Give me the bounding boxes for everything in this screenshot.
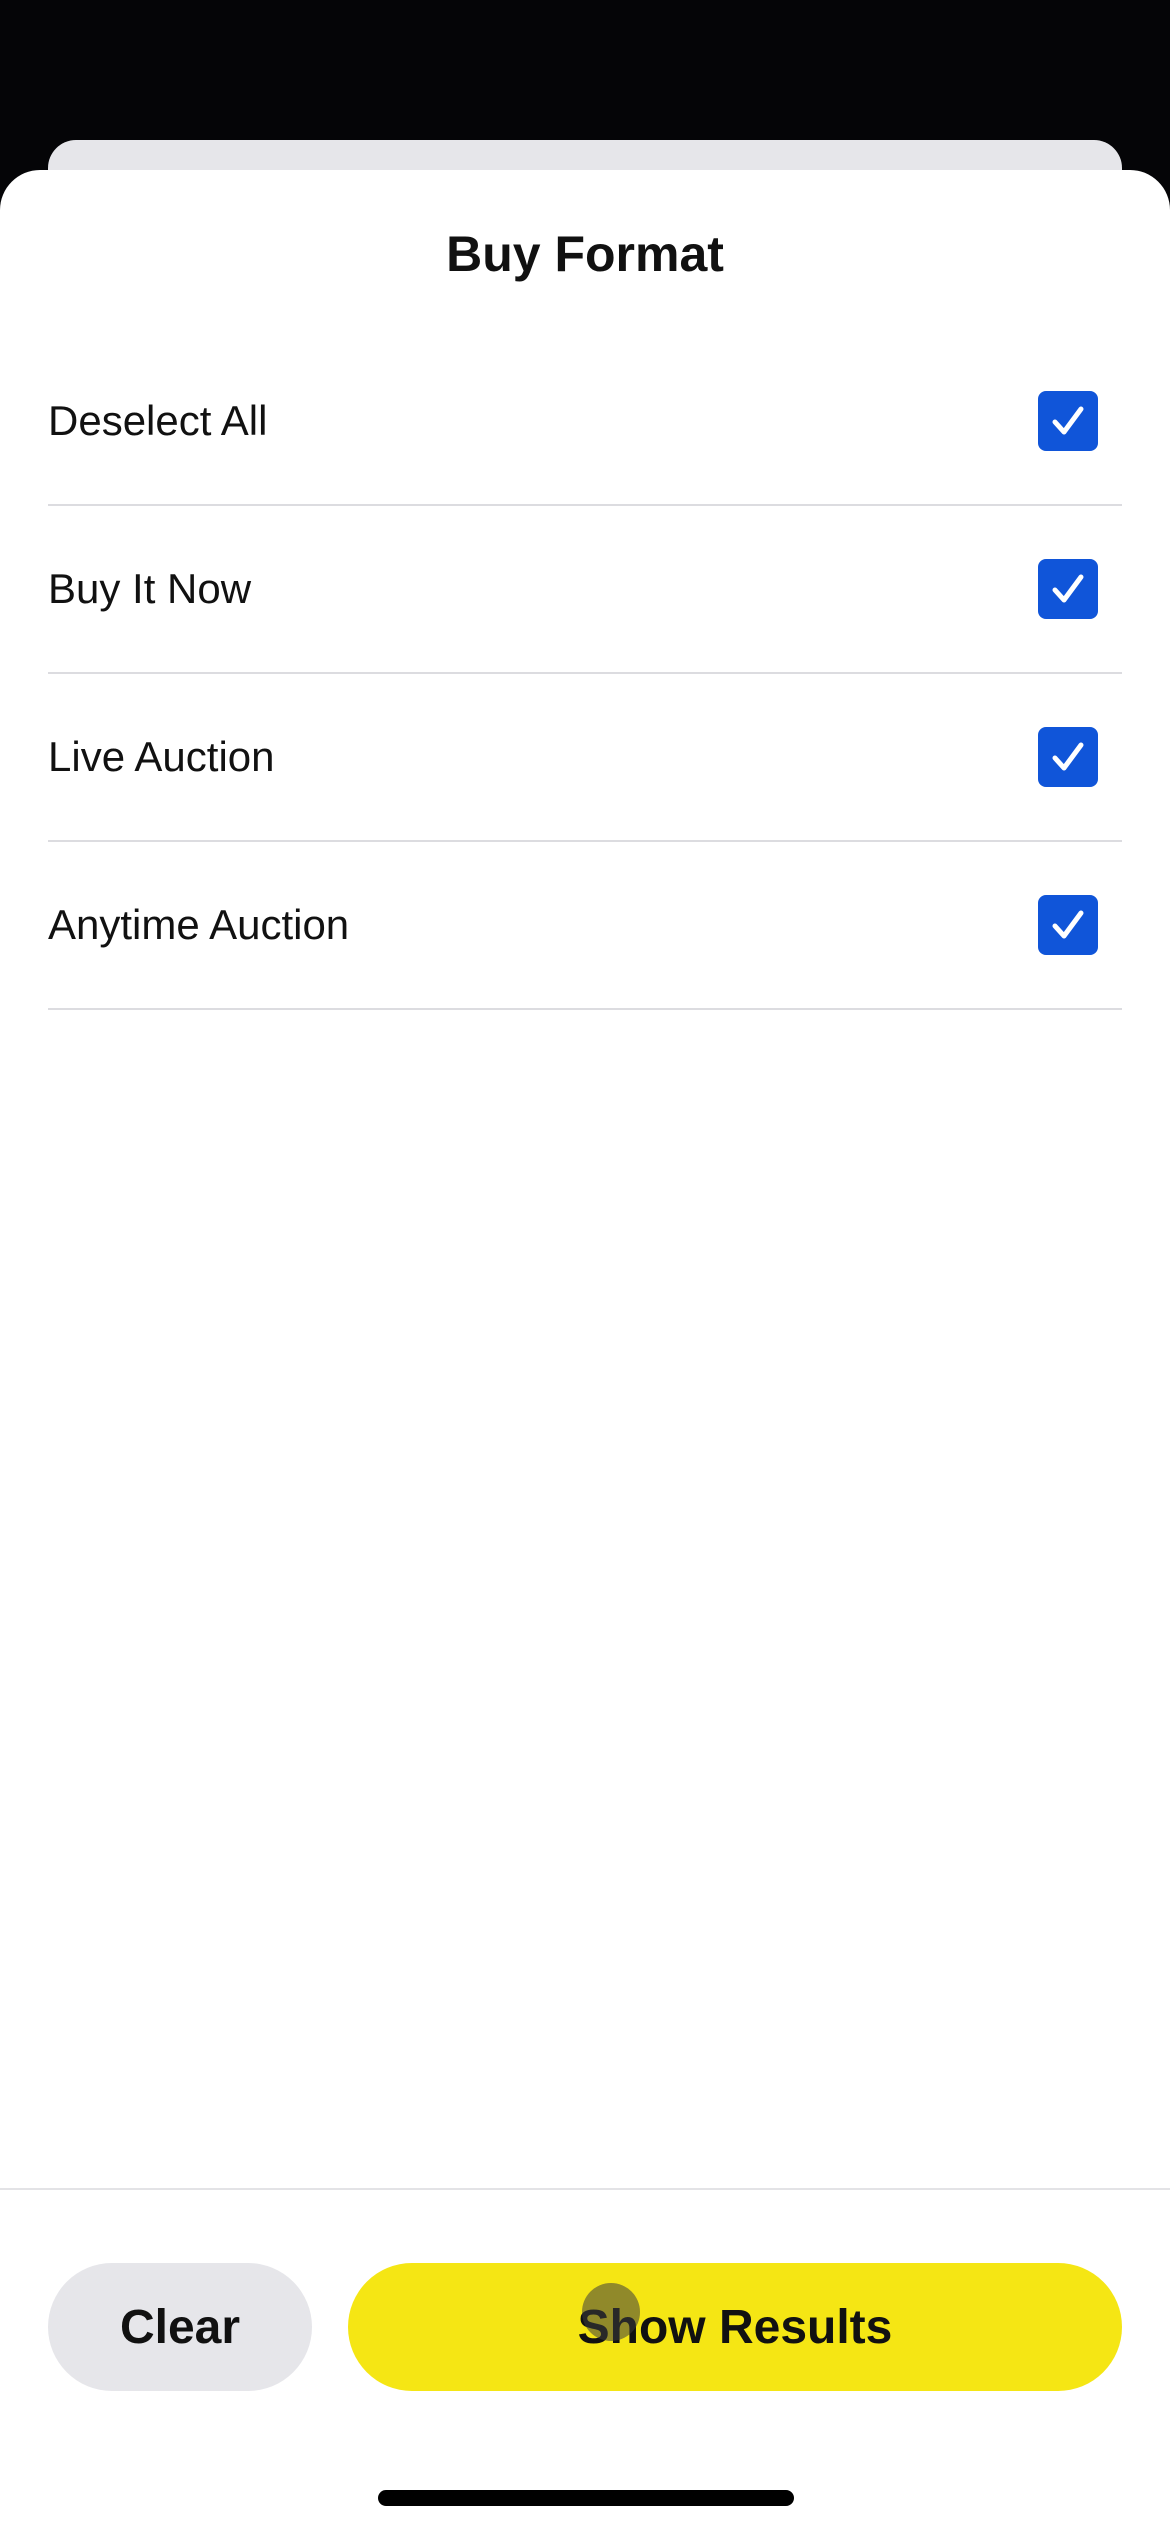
sheet-title: Buy Format (446, 226, 724, 282)
option-row-anytime-auction[interactable]: Anytime Auction (48, 842, 1122, 1010)
checkmark-icon (1052, 574, 1084, 603)
show-results-button[interactable]: Show Results (348, 2263, 1122, 2391)
option-label: Buy It Now (48, 565, 252, 612)
checkbox-checked[interactable] (1038, 559, 1098, 619)
home-indicator[interactable] (378, 2490, 794, 2506)
option-label: Anytime Auction (48, 901, 350, 948)
option-row-buy-it-now[interactable]: Buy It Now (48, 506, 1122, 674)
clear-button[interactable]: Clear (48, 2263, 312, 2391)
checkmark-icon (1052, 406, 1084, 435)
checkmark-icon (1052, 910, 1084, 939)
checkbox-checked[interactable] (1038, 895, 1098, 955)
option-row-live-auction[interactable]: Live Auction (48, 674, 1122, 842)
option-label: Live Auction (48, 733, 275, 780)
footer-divider (0, 2188, 1170, 2190)
option-label: Deselect All (48, 397, 268, 444)
checkmark-icon (1052, 742, 1084, 771)
checkbox-checked[interactable] (1038, 391, 1098, 451)
checkbox-checked[interactable] (1038, 727, 1098, 787)
touch-indicator (582, 2283, 640, 2341)
option-row-deselect-all[interactable]: Deselect All (48, 338, 1122, 506)
